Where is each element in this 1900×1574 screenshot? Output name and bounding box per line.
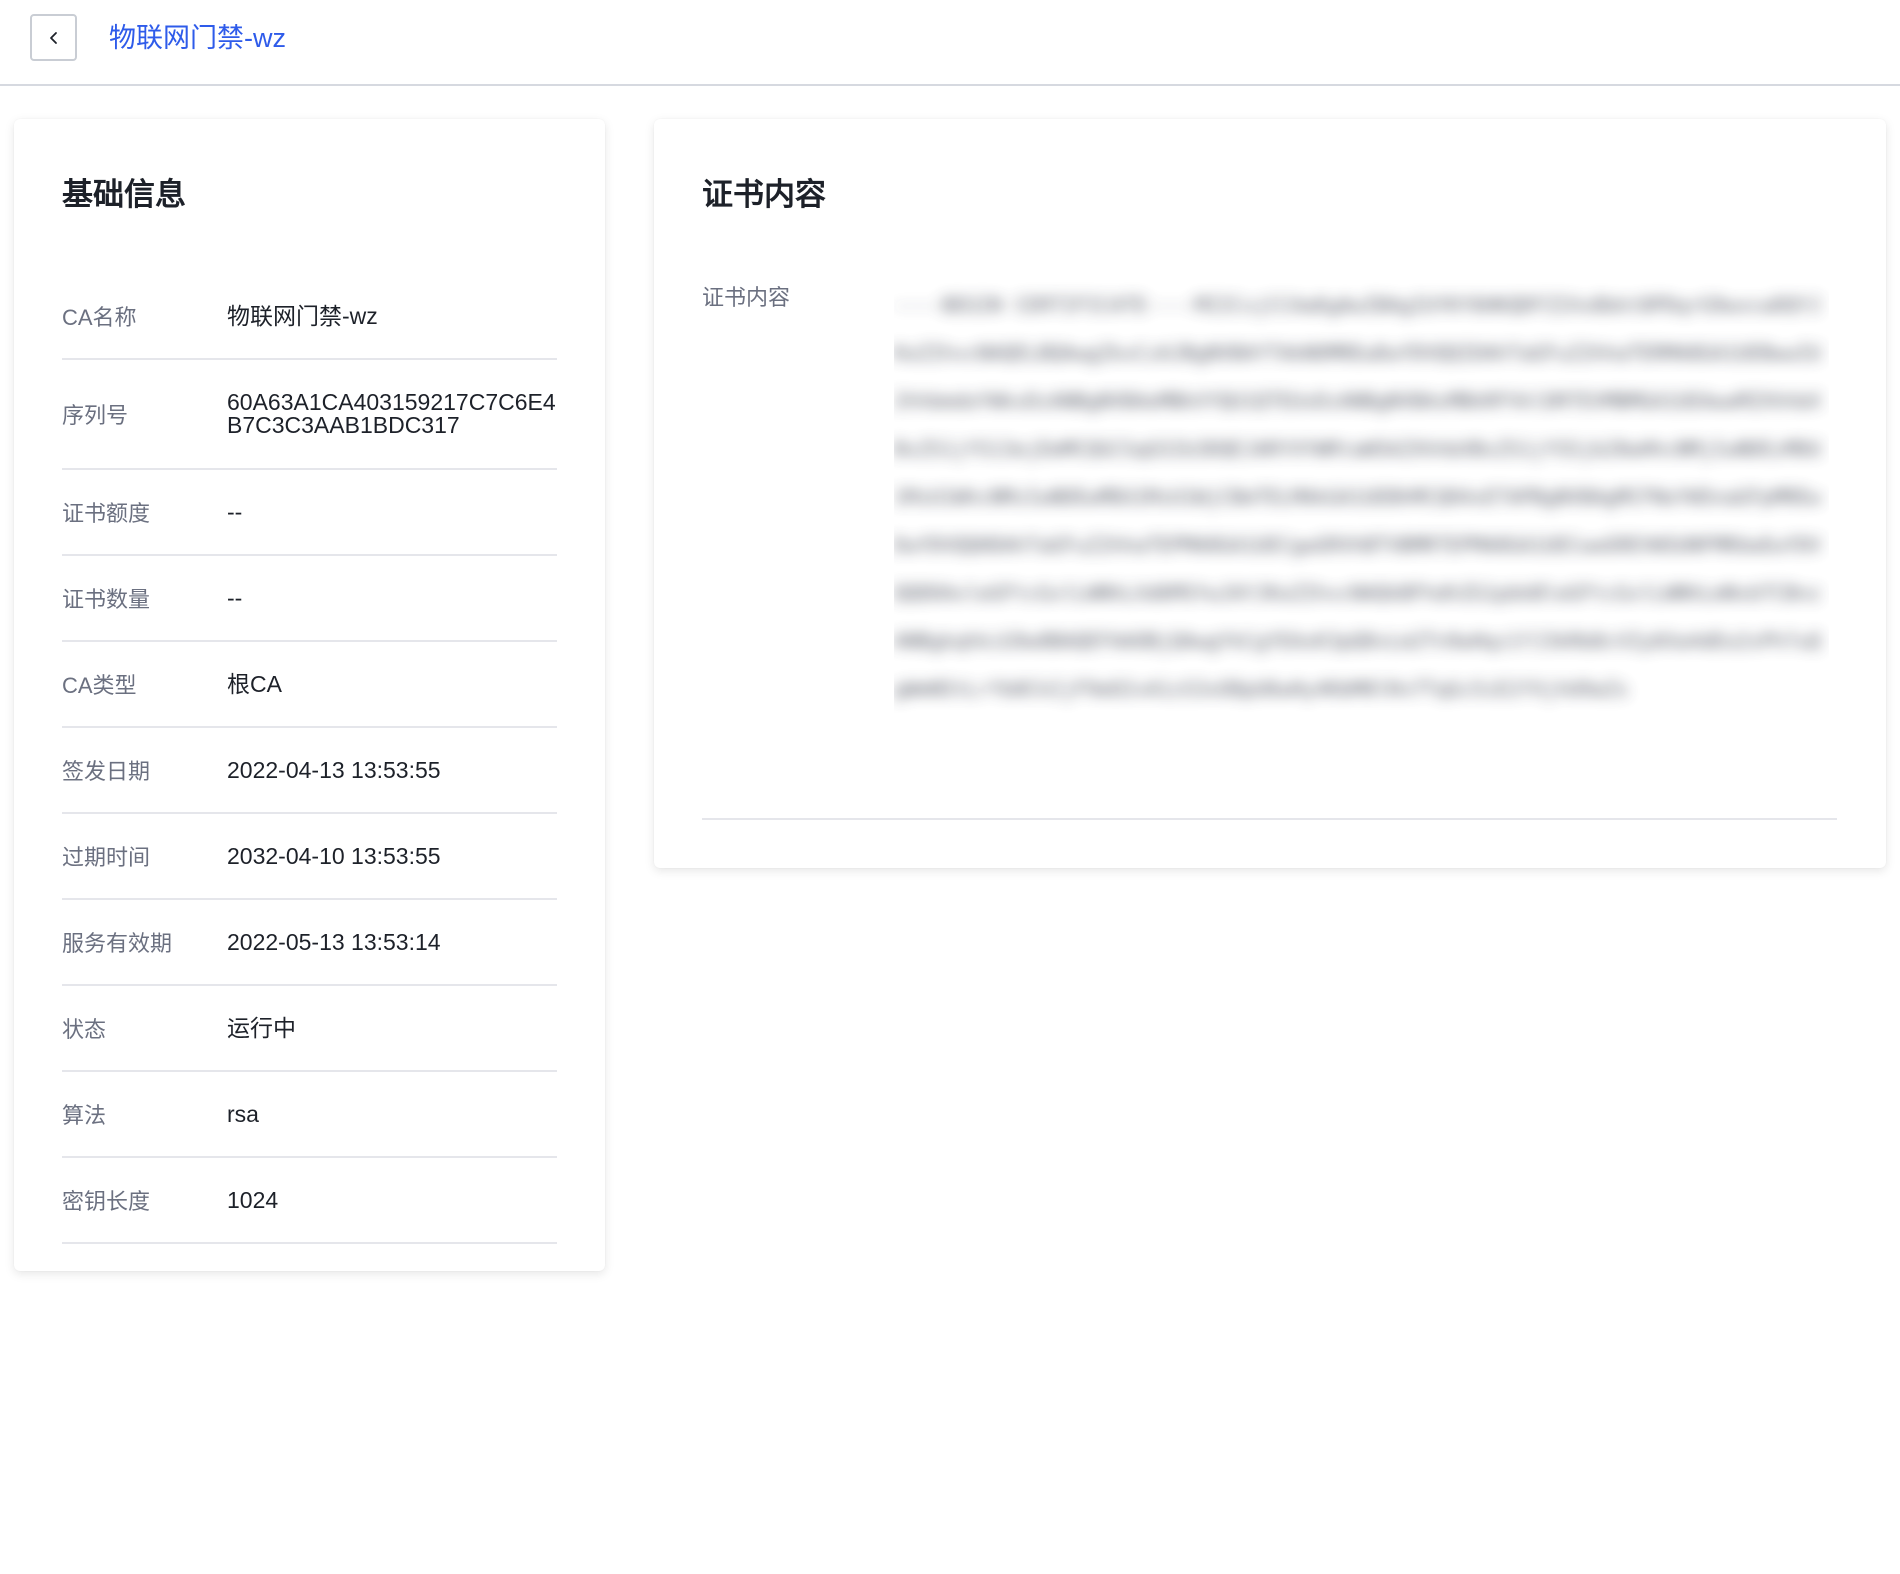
info-row-status: 状态 运行中 — [62, 986, 557, 1072]
info-label: 签发日期 — [62, 759, 151, 784]
info-label: 序列号 — [62, 403, 129, 428]
info-label: 证书数量 — [62, 587, 151, 612]
cert-content-text: ----BEGIN CERTIFICATE----MIICxjCCAa6gAwI… — [894, 293, 1822, 701]
info-label: 过期时间 — [62, 845, 151, 870]
cert-divider — [702, 818, 1837, 820]
status-value: 运行中 — [227, 1014, 296, 1041]
basic-info-title: 基础信息 — [62, 177, 186, 212]
info-value: 60A63A1CA403159217C7C6E4B7C3C3AAB1BDC317 — [227, 389, 556, 438]
info-value: 物联网门禁-wz — [227, 302, 378, 329]
info-label: CA名称 — [62, 305, 137, 330]
info-row-cert-count: 证书数量 -- — [62, 556, 557, 642]
info-row-ca-name: CA名称 物联网门禁-wz — [62, 274, 557, 360]
top-bar: 物联网门禁-wz — [0, 0, 1900, 86]
info-value: 根CA — [227, 670, 282, 697]
cert-content-blurred: ----BEGIN CERTIFICATE----MIICxjCCAa6gAwI… — [894, 281, 1829, 786]
cert-content-label: 证书内容 — [702, 285, 791, 310]
info-row-service-validity: 服务有效期 2022-05-13 13:53:14 — [62, 900, 557, 986]
info-value: 1024 — [227, 1186, 279, 1213]
info-row-issue-date: 签发日期 2022-04-13 13:53:55 — [62, 728, 557, 814]
info-value: 2032-04-10 13:53:55 — [227, 842, 441, 869]
info-label: 状态 — [62, 1017, 107, 1042]
info-row-expire-time: 过期时间 2032-04-10 13:53:55 — [62, 814, 557, 900]
cert-content-card: 证书内容 证书内容 ----BEGIN CERTIFICATE----MIICx… — [654, 119, 1886, 868]
info-label: 证书额度 — [62, 501, 151, 526]
info-row-ca-type: CA类型 根CA — [62, 642, 557, 728]
back-button[interactable] — [30, 14, 77, 61]
info-row-algorithm: 算法 rsa — [62, 1072, 557, 1158]
page-title: 物联网门禁-wz — [109, 23, 286, 53]
info-row-cert-quota: 证书额度 -- — [62, 470, 557, 556]
info-label: 算法 — [62, 1103, 107, 1128]
info-value: 2022-04-13 13:53:55 — [227, 756, 441, 783]
cert-content-title: 证书内容 — [702, 177, 826, 212]
info-value: 2022-05-13 13:53:14 — [227, 928, 441, 955]
info-value: -- — [227, 498, 243, 525]
chevron-left-icon — [46, 30, 62, 46]
info-row-key-length: 密钥长度 1024 — [62, 1158, 557, 1244]
info-value: rsa — [227, 1100, 259, 1127]
info-value: -- — [227, 584, 243, 611]
info-label: 服务有效期 — [62, 931, 173, 956]
info-row-serial: 序列号 60A63A1CA403159217C7C6E4B7C3C3AAB1BD… — [62, 360, 557, 470]
basic-info-card: 基础信息 CA名称 物联网门禁-wz 序列号 60A63A1CA40315921… — [14, 119, 605, 1271]
info-label: CA类型 — [62, 673, 137, 698]
info-label: 密钥长度 — [62, 1189, 151, 1214]
basic-info-list: CA名称 物联网门禁-wz 序列号 60A63A1CA403159217C7C6… — [62, 274, 557, 1244]
